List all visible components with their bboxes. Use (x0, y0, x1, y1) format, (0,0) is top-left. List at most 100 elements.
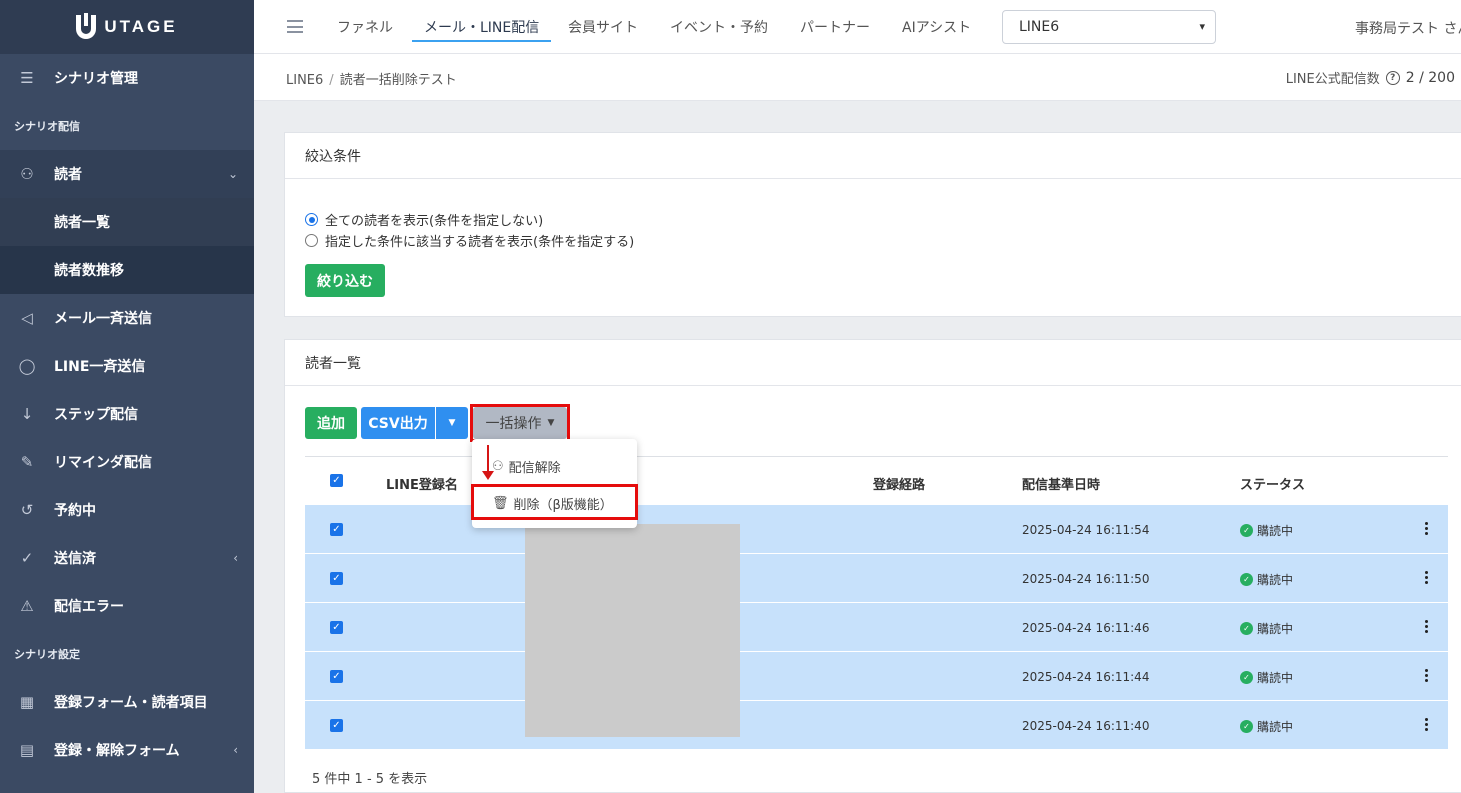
sidebar-item-sent[interactable]: ✓ 送信済 ‹ (0, 534, 254, 582)
csv-export-button[interactable]: CSV出力 (361, 407, 435, 439)
history-icon: ↺ (20, 501, 34, 519)
check-circle-icon: ✓ (1240, 524, 1253, 537)
table-icon: ▦ (19, 693, 35, 711)
col-status[interactable]: ステータス (1240, 474, 1305, 493)
logo-text: UTAGE (104, 17, 178, 36)
apply-filter-button[interactable]: 絞り込む (305, 264, 385, 297)
row-date: 2025-04-24 16:11:44 (1022, 670, 1150, 684)
row-menu-icon[interactable] (1423, 669, 1429, 682)
reader-list-card: 読者一覧 追加 CSV出力 ▼ 一括操作 ▼ ✓ LINE登録名 登録経路 配信… (284, 339, 1461, 793)
sidebar-item-reg-cancel-form[interactable]: ▤ 登録・解除フォーム ‹ (0, 726, 254, 774)
add-button[interactable]: 追加 (305, 407, 357, 439)
row-checkbox[interactable]: ✓ (330, 621, 343, 634)
row-date: 2025-04-24 16:11:50 (1022, 572, 1150, 586)
status-badge: ✓ 購読中 (1240, 669, 1293, 686)
users-icon: ⚇ (20, 165, 34, 183)
row-menu-icon[interactable] (1423, 620, 1429, 633)
redacted-block (525, 524, 740, 737)
pencil-icon: ✎ (20, 453, 34, 471)
sidebar: UTAGE ☰ シナリオ管理 シナリオ配信 ⚇ 読者 ⌄ 読者一覧 読者数推移 … (0, 0, 254, 793)
topnav-mail-line[interactable]: メール・LINE配信 (411, 0, 552, 54)
check-circle-icon: ✓ (1240, 720, 1253, 733)
row-menu-icon[interactable] (1423, 522, 1429, 535)
col-line-name[interactable]: LINE登録名 (386, 474, 458, 493)
topnav-funnel[interactable]: ファネル (337, 0, 393, 54)
sidebar-item-reminder[interactable]: ✎ リマインダ配信 (0, 438, 254, 486)
row-checkbox[interactable]: ✓ (330, 572, 343, 585)
col-route[interactable]: 登録経路 (873, 474, 925, 493)
row-checkbox[interactable]: ✓ (330, 719, 343, 732)
check-circle-icon: ✓ (1240, 622, 1253, 635)
check-circle-icon: ✓ (1240, 671, 1253, 684)
check-circle-icon: ✓ (1240, 573, 1253, 586)
row-date: 2025-04-24 16:11:40 (1022, 719, 1150, 733)
sidebar-item-scheduled[interactable]: ↺ 予約中 (0, 486, 254, 534)
sidebar-item-readers[interactable]: ⚇ 読者 ⌄ (0, 150, 254, 198)
filter-option-conditional[interactable]: 指定した条件に該当する読者を表示(条件を指定する) (305, 231, 634, 250)
sidebar-item-step-delivery[interactable]: ↓ ステップ配信 (0, 390, 254, 438)
warning-icon: ⚠ (20, 597, 34, 615)
topnav-member-site[interactable]: 会員サイト (568, 0, 638, 54)
highlight-box-bulk (470, 404, 570, 442)
sidebar-item-mail-broadcast[interactable]: ◁ メール一斉送信 (0, 294, 254, 342)
hamburger-menu-icon[interactable] (287, 20, 303, 33)
status-badge: ✓ 購読中 (1240, 571, 1293, 588)
csv-dropdown-toggle[interactable]: ▼ (436, 407, 468, 439)
sidebar-item-reader-trend[interactable]: 読者数推移 (0, 246, 254, 294)
sidebar-section-delivery: シナリオ配信 (14, 120, 80, 133)
pagination-count: 5 件中 1 - 5 を表示 (312, 772, 428, 787)
send-icon: ◁ (21, 309, 33, 327)
caret-down-icon: ▼ (448, 418, 456, 428)
dropdown-item-unsubscribe[interactable]: ⚇ 配信解除 (492, 457, 561, 476)
col-date[interactable]: 配信基準日時 (1022, 474, 1100, 493)
radio-all[interactable] (305, 213, 318, 226)
row-menu-icon[interactable] (1423, 718, 1429, 731)
row-date: 2025-04-24 16:11:46 (1022, 621, 1150, 635)
breadcrumb-account[interactable]: LINE6 (286, 73, 323, 88)
table-row[interactable]: ✓ 2025-04-24 16:11:40 ✓ 購読中 (305, 701, 1448, 750)
form-icon: ▤ (19, 741, 35, 759)
help-icon[interactable]: ? (1385, 70, 1400, 85)
chevron-left-icon: ‹ (233, 743, 238, 757)
topnav-ai-assist[interactable]: AIアシスト (902, 0, 971, 54)
annotation-arrow-head (482, 471, 494, 480)
row-date: 2025-04-24 16:11:54 (1022, 523, 1150, 537)
table-row[interactable]: ✓ 2025-04-24 16:11:50 ✓ 購読中 (305, 554, 1448, 603)
highlight-box-delete (471, 484, 638, 520)
row-menu-icon[interactable] (1423, 571, 1429, 584)
table-row[interactable]: ✓ 2025-04-24 16:11:44 ✓ 購読中 (305, 652, 1448, 701)
radio-conditional[interactable] (305, 234, 318, 247)
breadcrumb: LINE6/読者一括削除テスト (286, 73, 457, 88)
check-icon: ✓ (20, 549, 34, 567)
filter-option-all[interactable]: 全ての読者を表示(条件を指定しない) (305, 210, 543, 229)
list-icon: ☰ (20, 69, 34, 87)
sidebar-item-delivery-error[interactable]: ⚠ 配信エラー (0, 582, 254, 630)
status-badge: ✓ 購読中 (1240, 620, 1293, 637)
status-badge: ✓ 購読中 (1240, 522, 1293, 539)
chat-icon: ◯ (18, 357, 36, 375)
quota-value: 2 / 200 (1405, 69, 1455, 86)
logo[interactable]: UTAGE (0, 0, 254, 54)
filter-card: 絞込条件 全ての読者を表示(条件を指定しない) 指定した条件に該当する読者を表示… (284, 132, 1461, 317)
sidebar-section-settings: シナリオ設定 (14, 648, 80, 661)
reader-list-title: 読者一覧 (285, 340, 1461, 386)
sidebar-item-reader-list[interactable]: 読者一覧 (0, 198, 254, 246)
breadcrumb-page: 読者一括削除テスト (339, 73, 457, 88)
sidebar-item-scenario-mgmt[interactable]: ☰ シナリオ管理 (0, 54, 254, 102)
breadcrumb-bar: LINE6/読者一括削除テスト LINE公式配信数 ? 2 / 200 (254, 54, 1461, 101)
sidebar-item-reg-form[interactable]: ▦ 登録フォーム・読者項目 (0, 678, 254, 726)
filter-title: 絞込条件 (285, 133, 1461, 179)
utage-logo-icon (76, 13, 97, 39)
user-name[interactable]: 事務局テスト さん (1355, 18, 1461, 38)
select-all-checkbox[interactable]: ✓ (330, 474, 343, 487)
row-checkbox[interactable]: ✓ (330, 670, 343, 683)
status-badge: ✓ 購読中 (1240, 718, 1293, 735)
account-select[interactable]: LINE6 ▾ (1002, 10, 1216, 44)
topnav-partner[interactable]: パートナー (800, 0, 870, 54)
annotation-arrow (487, 445, 489, 474)
table-row[interactable]: ✓ 2025-04-24 16:11:46 ✓ 購読中 (305, 603, 1448, 652)
top-navbar: ファネル メール・LINE配信 会員サイト イベント・予約 パートナー AIアシ… (254, 0, 1461, 54)
sidebar-item-line-broadcast[interactable]: ◯ LINE一斉送信 (0, 342, 254, 390)
topnav-event[interactable]: イベント・予約 (670, 0, 768, 54)
row-checkbox[interactable]: ✓ (330, 523, 343, 536)
